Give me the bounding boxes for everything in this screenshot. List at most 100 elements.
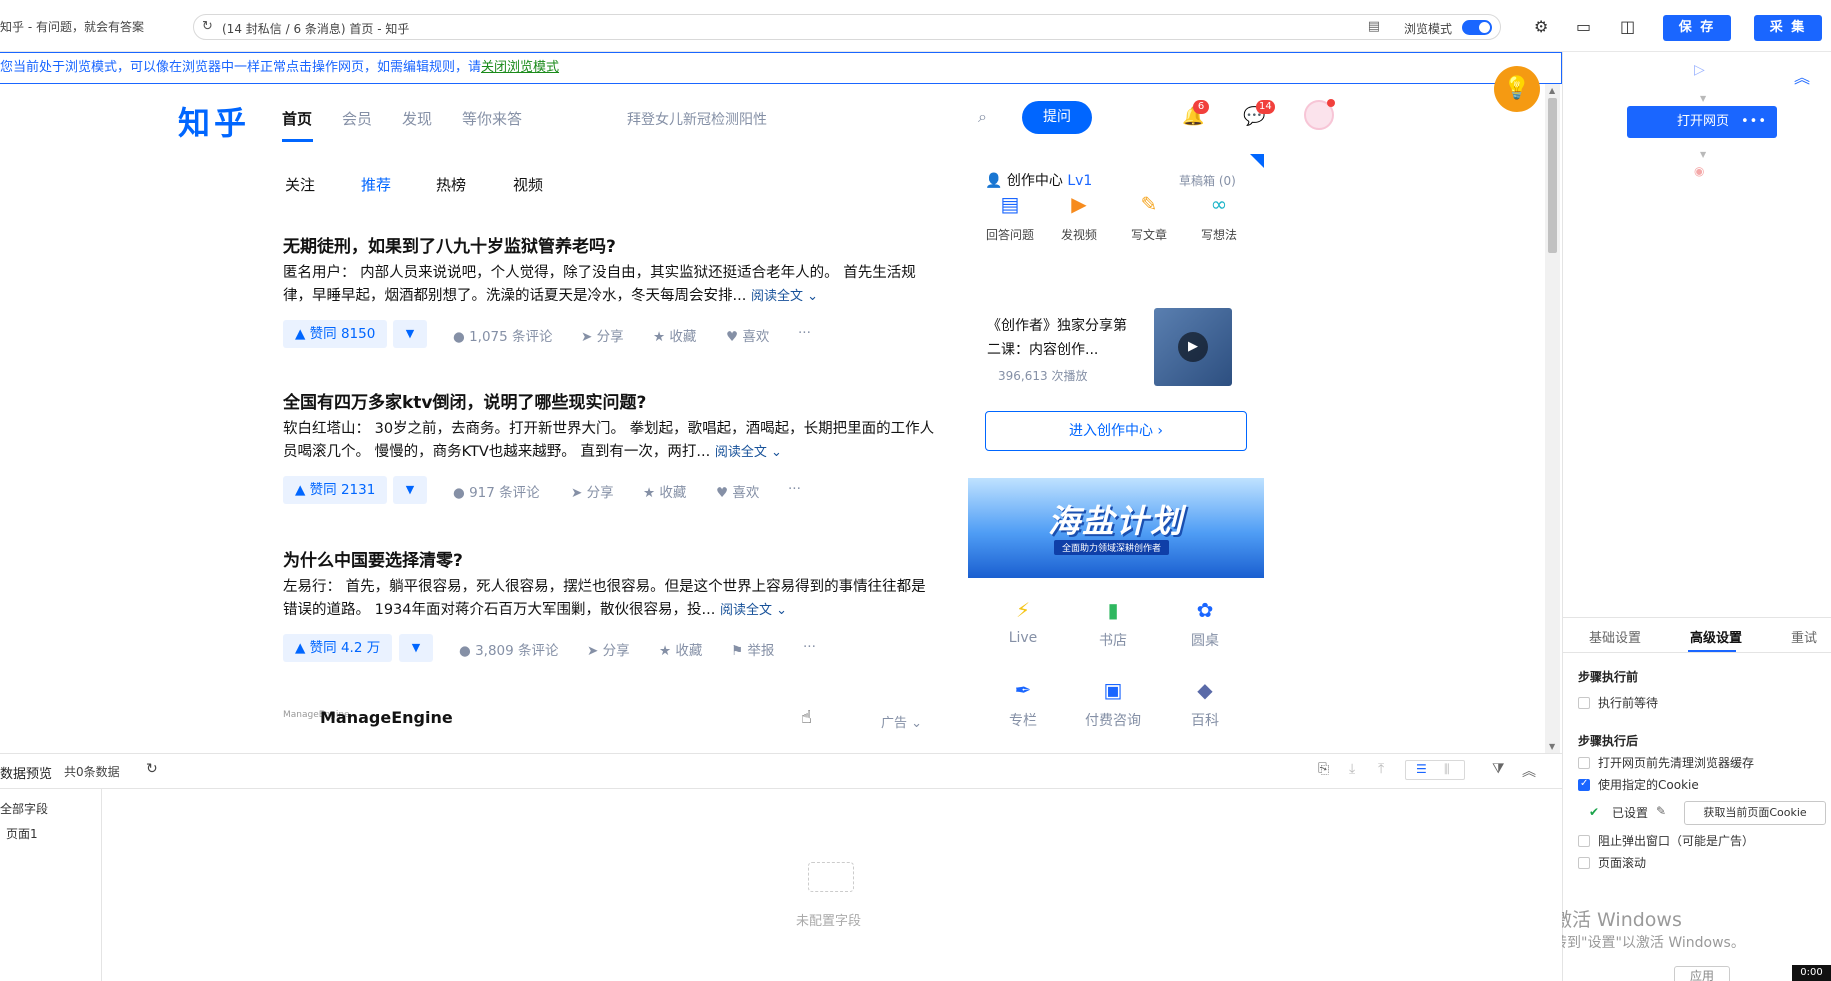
subtab-recommend[interactable]: 推荐 [361, 174, 391, 195]
nav-home[interactable]: 首页 [282, 108, 312, 129]
checkbox-checked[interactable] [1578, 778, 1590, 791]
scroll-up-icon[interactable]: ▲ [1549, 86, 1555, 95]
more-icon[interactable]: ··· [803, 639, 816, 655]
tool-thought[interactable]: ∞ 写想法 [1189, 192, 1249, 243]
zhihu-logo[interactable]: 知乎 [178, 98, 250, 144]
save-button[interactable]: 保 存 [1663, 15, 1731, 41]
feed-item-excerpt[interactable]: 匿名用户： 内部人员来说说吧，个人觉得，除了没自由，其实监狱还挺适合老年人的。 … [283, 262, 938, 308]
browse-mode-toggle[interactable] [1462, 20, 1492, 35]
edit-icon[interactable]: ✎ [1656, 804, 1666, 818]
read-more-link[interactable]: 阅读全文 ⌄ [715, 445, 782, 460]
share-button[interactable]: ➤ 分享 [581, 325, 624, 345]
checkbox[interactable] [1578, 697, 1590, 709]
all-fields-item[interactable]: 全部字段 [0, 800, 48, 817]
feed-item-excerpt[interactable]: 软白红塔山： 30岁之前，去商务。打开新世界大门。 拳划起，歌唱起，酒喝起，长期… [283, 418, 938, 464]
more-icon[interactable]: ··· [788, 481, 801, 497]
entry-paid-consult[interactable]: ▣ 付费咨询 [1078, 678, 1148, 730]
comment-button[interactable]: ● 917 条评论 [453, 481, 540, 501]
downvote-button[interactable]: ▼ [393, 476, 427, 504]
collapse-up-icon[interactable]: ︽ [1794, 64, 1810, 88]
checkbox[interactable] [1578, 857, 1590, 869]
scrollbar-thumb[interactable] [1548, 98, 1557, 253]
ad-name[interactable]: ManageEngine [320, 708, 453, 727]
entry-live[interactable]: ⚡ Live [988, 598, 1058, 646]
option-wait-before[interactable]: 执行前等待 [1578, 694, 1658, 711]
tab-advanced-settings[interactable]: 高级设置 [1690, 627, 1742, 646]
column-view-icon[interactable]: ⫼ [1444, 762, 1450, 777]
more-icon[interactable]: ··· [798, 325, 811, 341]
entry-column[interactable]: ✒ 专栏 [988, 678, 1058, 730]
tab-title[interactable]: 知乎 - 有问题，就会有答案 [0, 18, 144, 35]
filter-icon[interactable]: ⧩ [1492, 761, 1505, 777]
enter-creator-center-button[interactable]: 进入创作中心 › [985, 411, 1247, 451]
collect-button[interactable]: 采 集 [1754, 15, 1822, 41]
avatar[interactable] [1304, 99, 1335, 130]
share-button[interactable]: ➤ 分享 [587, 639, 630, 659]
share-button[interactable]: ➤ 分享 [571, 481, 614, 501]
feed-item-title[interactable]: 无期徒刑，如果到了八九十岁监狱管养老吗? [283, 232, 616, 257]
feed-item-title[interactable]: 为什么中国要选择清零? [283, 546, 463, 571]
favorite-button[interactable]: ★ 收藏 [659, 639, 702, 659]
tool-answer[interactable]: ▤ 回答问题 [980, 192, 1040, 243]
reload-icon[interactable]: ↻ [202, 19, 213, 34]
apply-button[interactable]: 应用 [1674, 966, 1730, 981]
tab-basic-settings[interactable]: 基础设置 [1589, 627, 1641, 646]
open-page-node[interactable]: 打开网页 ••• [1627, 106, 1777, 138]
tool-article[interactable]: ✎ 写文章 [1119, 192, 1179, 243]
option-page-scroll[interactable]: 页面滚动 [1578, 854, 1646, 871]
downvote-button[interactable]: ▼ [399, 634, 433, 662]
checkbox[interactable] [1578, 835, 1590, 847]
tab-retry[interactable]: 重试 [1791, 627, 1817, 646]
ad-tag[interactable]: 广告 ⌄ [881, 712, 922, 731]
feed-item-excerpt[interactable]: 左易行： 首先，躺平很容易，死人很容易，摆烂也很容易。但是这个世界上容易得到的事… [283, 576, 938, 622]
search-input[interactable]: 拜登女儿新冠检测阳性 [627, 109, 767, 129]
close-browse-mode-link[interactable]: 关闭浏览模式 [481, 60, 559, 75]
download-icon[interactable]: ⤓ [1349, 761, 1355, 777]
like-button[interactable]: ♥ 喜欢 [726, 325, 769, 345]
upload-icon[interactable]: ⤒ [1378, 761, 1384, 777]
address-bar[interactable]: ↻ (14 封私信 / 6 条消息) 首页 - 知乎 ▤ 浏览模式 [193, 14, 1501, 40]
nav-discover[interactable]: 发现 [402, 108, 432, 129]
bookmark-icon[interactable]: ▤ [1368, 19, 1380, 34]
promo-banner[interactable]: 海盐计划 全面助力领域深耕创作者 [968, 478, 1264, 578]
tool-video[interactable]: ▶ 发视频 [1049, 192, 1109, 243]
url-text[interactable]: (14 封私信 / 6 条消息) 首页 - 知乎 [222, 20, 409, 37]
page1-item[interactable]: 页面1 [6, 825, 38, 842]
gear-icon[interactable]: ⚙ [1534, 17, 1548, 36]
subtab-follow[interactable]: 关注 [285, 174, 315, 195]
upvote-button[interactable]: ▲ 赞同 2131 [283, 476, 388, 504]
comment-button[interactable]: ● 1,075 条评论 [453, 325, 553, 345]
report-button[interactable]: ⚑ 举报 [731, 639, 774, 659]
subtab-hot[interactable]: 热榜 [436, 174, 466, 195]
nav-vip[interactable]: 会员 [342, 108, 372, 129]
read-more-link[interactable]: 阅读全文 ⌄ [720, 603, 787, 618]
option-clear-cache[interactable]: 打开网页前先清理浏览器缓存 [1578, 754, 1754, 771]
upvote-button[interactable]: ▲ 赞同 8150 [283, 320, 388, 348]
creator-center-header[interactable]: 👤 创作中心 Lv1 [985, 170, 1092, 190]
favorite-button[interactable]: ★ 收藏 [653, 325, 696, 345]
window-icon[interactable]: ◫ [1620, 17, 1635, 36]
entry-wiki[interactable]: ◆ 百科 [1170, 678, 1240, 730]
page-scrollbar[interactable]: ▲ ▼ [1545, 84, 1560, 753]
more-icon[interactable]: ••• [1741, 106, 1767, 138]
lightbulb-icon[interactable]: 💡 [1494, 66, 1540, 112]
get-cookie-button[interactable]: 获取当前页面Cookie [1684, 801, 1826, 825]
like-button[interactable]: ♥ 喜欢 [716, 481, 759, 501]
collapse-icon[interactable]: ︽ [1522, 761, 1536, 781]
downvote-button[interactable]: ▼ [393, 320, 427, 348]
favorite-button[interactable]: ★ 收藏 [643, 481, 686, 501]
course-video-thumbnail[interactable] [1154, 308, 1232, 386]
nav-waiting[interactable]: 等你来答 [462, 108, 522, 129]
course-title[interactable]: 《创作者》独家分享第二课：内容创作... [987, 314, 1137, 362]
entry-roundtable[interactable]: ✿ 圆桌 [1170, 598, 1240, 650]
refresh-icon[interactable]: ↻ [146, 761, 158, 777]
ask-button[interactable]: 提问 [1022, 101, 1092, 134]
read-more-link[interactable]: 阅读全文 ⌄ [751, 289, 818, 304]
feed-item-title[interactable]: 全国有四万多家ktv倒闭，说明了哪些现实问题? [283, 388, 646, 413]
search-icon[interactable]: ⌕ [978, 107, 987, 127]
comment-button[interactable]: ● 3,809 条评论 [459, 639, 559, 659]
panel-icon[interactable]: ▭ [1576, 17, 1591, 36]
entry-bookstore[interactable]: ▮ 书店 [1078, 598, 1148, 650]
list-view-icon[interactable]: ☰ [1416, 762, 1427, 776]
checkbox[interactable] [1578, 757, 1590, 769]
